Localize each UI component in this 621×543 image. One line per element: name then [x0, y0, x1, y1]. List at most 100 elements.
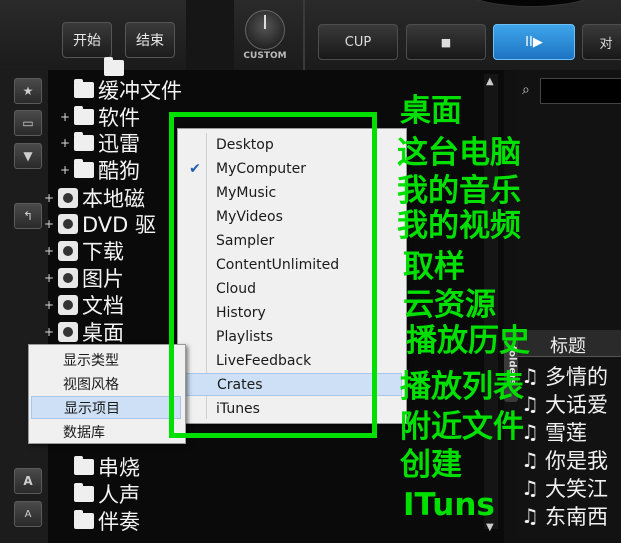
tree-row-label: 串烧 [98, 455, 140, 480]
music-note-icon: ♫ [521, 448, 539, 472]
annotation-label: 我的视频 [397, 208, 521, 244]
drive-icon [58, 240, 78, 261]
context-menu-item-label: 显示类型 [63, 352, 119, 369]
tree-row-label: 人声 [98, 482, 140, 507]
star-icon[interactable]: ★ [14, 78, 42, 104]
folder-icon [74, 78, 94, 98]
tree-row-label: 缓冲文件 [98, 78, 182, 103]
folder-icon [74, 105, 94, 125]
tree-row[interactable]: + 图片 [44, 264, 124, 291]
title-column-header: 标题 [550, 336, 586, 357]
stop-button[interactable]: ■ [406, 24, 486, 60]
filter-icon[interactable]: ▼ [14, 143, 42, 169]
tree-row-label: 图片 [82, 266, 124, 291]
custom-knob[interactable] [245, 10, 285, 50]
tree-row[interactable]: 缓冲文件 [60, 76, 182, 103]
expand-icon[interactable]: + [44, 244, 54, 258]
scroll-down-icon[interactable]: ▼ [486, 522, 494, 533]
tree-row[interactable]: + DVD 驱 [44, 210, 156, 237]
music-note-icon: ♫ [521, 476, 539, 500]
tree-row[interactable]: + 下载 [44, 237, 124, 264]
annotation-label: 我的音乐 [397, 173, 521, 209]
scroll-up-icon[interactable]: ▲ [486, 76, 494, 87]
track-row[interactable]: ♫ 大笑江 [521, 475, 608, 501]
font-large-icon[interactable]: A [14, 468, 42, 494]
window-icon[interactable]: ▭ [14, 110, 42, 136]
search-input[interactable] [540, 78, 621, 104]
expand-icon[interactable]: + [44, 325, 54, 339]
start-button[interactable]: 开始 [62, 22, 112, 58]
tree-row[interactable]: 串烧 [60, 453, 140, 480]
track-row[interactable]: ♫ 东南西 [521, 503, 608, 529]
tree-row[interactable]: + 本地磁 [44, 184, 145, 211]
expand-icon[interactable]: + [44, 271, 54, 285]
tree-row[interactable]: + 迅雷 [60, 129, 140, 156]
expand-icon[interactable]: + [44, 191, 54, 205]
music-note-icon: ♫ [521, 504, 539, 528]
tree-row-partial [96, 57, 216, 76]
tree-row[interactable]: + 文档 [44, 291, 124, 318]
tree-row[interactable]: 伴奏 [60, 507, 140, 534]
context-menu-item[interactable]: 显示类型 [31, 348, 181, 371]
drive-icon [58, 213, 78, 234]
annotation-frame [169, 112, 377, 438]
knob-label: CUSTOM [243, 51, 287, 61]
context-menu-item[interactable]: 视图风格 [31, 372, 181, 395]
expand-icon[interactable]: + [60, 136, 70, 150]
track-title: 大笑江 [545, 477, 608, 501]
drive-icon [58, 321, 78, 342]
folder-icon [74, 158, 94, 178]
expand-icon[interactable]: + [44, 298, 54, 312]
track-row[interactable]: ♫ 你是我 [521, 447, 608, 473]
track-row[interactable]: ♫ 大话爱 [521, 391, 608, 417]
deck-toolbar: 开始 结束 CUSTOM CUP ■ II▶ 对 [0, 0, 621, 70]
jog-wheel[interactable] [455, 0, 607, 7]
deck-separator [303, 0, 305, 70]
expand-icon[interactable]: + [44, 217, 54, 231]
tree-row-label: 酷狗 [98, 158, 140, 183]
drive-icon [58, 187, 78, 208]
tree-row[interactable]: 人声 [60, 480, 140, 507]
context-menu-item-label: 数据库 [63, 424, 105, 441]
tree-row-label: 下载 [82, 239, 124, 264]
back-arrow-icon[interactable]: ↰ [14, 203, 42, 229]
search-icon: ⌕ [522, 82, 530, 98]
tree-row[interactable]: + 软件 [60, 103, 140, 130]
track-title: 你是我 [545, 449, 608, 473]
drive-icon [58, 267, 78, 288]
music-note-icon: ♫ [521, 364, 539, 388]
tree-row-label: 文档 [82, 293, 124, 318]
play-pause-button[interactable]: II▶ [493, 24, 575, 60]
expand-icon[interactable]: + [60, 163, 70, 177]
deck-divider [186, 0, 234, 70]
track-list-header[interactable]: 标题 [518, 330, 621, 357]
annotation-label: 云资源 [403, 287, 496, 323]
context-menu-item-label: 显示项目 [64, 400, 120, 417]
folder-icon [74, 131, 94, 151]
track-row[interactable]: ♫ 多情的 [521, 363, 608, 389]
annotation-label: 这台电脑 [397, 135, 521, 171]
folder-icon [74, 482, 94, 502]
annotation-label: 播放历史 [406, 323, 530, 359]
track-title: 雪莲 [545, 421, 587, 445]
expand-icon[interactable]: + [60, 110, 70, 124]
music-note-icon: ♫ [521, 392, 539, 416]
browser-tool-column: ★ ▭ ▼ ↰ A A [0, 70, 48, 543]
font-small-icon[interactable]: A [14, 501, 42, 527]
context-menu-item[interactable]: 显示项目 [31, 396, 181, 419]
knob-indicator [264, 15, 266, 29]
track-row[interactable]: ♫ 雪莲 [521, 419, 587, 445]
drive-icon [58, 294, 78, 315]
context-menu-item[interactable]: 数据库 [31, 420, 181, 443]
context-menu-item-label: 视图风格 [63, 376, 119, 393]
annotation-label: 附近文件 [400, 409, 524, 445]
tree-row-label: DVD 驱 [82, 212, 157, 237]
tree-row[interactable]: + 酷狗 [60, 156, 140, 183]
folder-icon [74, 509, 94, 529]
sync-button[interactable]: 对 [582, 24, 621, 60]
end-button[interactable]: 结束 [125, 22, 175, 58]
tree-row[interactable]: + 桌面 [44, 318, 124, 345]
annotation-label: 取样 [403, 249, 465, 285]
tree-row-label: 桌面 [82, 320, 124, 345]
cup-button[interactable]: CUP [318, 24, 398, 60]
